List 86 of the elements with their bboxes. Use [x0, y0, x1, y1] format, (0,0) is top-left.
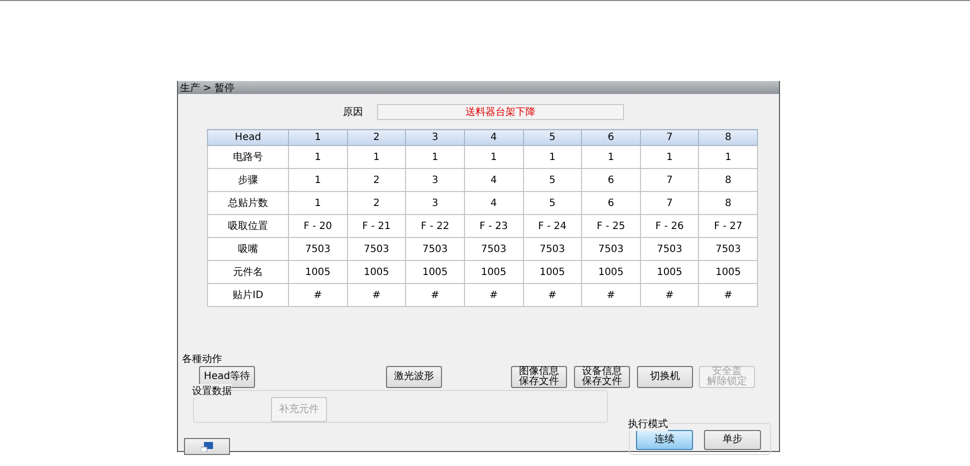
reason-field: 送料器台架下降 [377, 104, 624, 120]
table-cell: 3 [406, 192, 464, 214]
table-cell: 1 [698, 146, 758, 168]
column-header: 5 [523, 130, 582, 146]
table-cell: 3 [406, 168, 464, 192]
table-cell: F - 27 [698, 214, 758, 238]
table-cell: F - 23 [464, 214, 523, 238]
table-cell: 1005 [582, 260, 640, 284]
table-cell: # [288, 284, 348, 306]
table-cell: 1 [347, 146, 406, 168]
table-cell: # [698, 284, 758, 306]
table-cell: 7 [640, 168, 699, 192]
table-cell: F - 26 [640, 214, 699, 238]
table-cell: 7503 [288, 238, 348, 260]
reason-label: 原因 [343, 106, 363, 119]
column-header: 3 [406, 130, 464, 146]
table-cell: F - 24 [523, 214, 582, 238]
table-cell: 1 [582, 146, 640, 168]
table-cell: 7503 [523, 238, 582, 260]
table-cell: 1005 [347, 260, 406, 284]
section-title: 各種动作 [182, 354, 222, 365]
table-cell: 贴片ID [208, 284, 288, 306]
table-cell: 5 [523, 168, 582, 192]
table-cell: # [523, 284, 582, 306]
section-title: 设置数据 [192, 384, 232, 398]
table-cell: 5 [523, 192, 582, 214]
table-cell: 元件名 [208, 260, 288, 284]
table-cell: 1005 [288, 260, 348, 284]
table-cell: 1 [288, 146, 348, 168]
table-cell: 总贴片数 [208, 192, 288, 214]
table-cell: 8 [698, 192, 758, 214]
action-button[interactable]: 图像信息 保存文件 [511, 366, 567, 388]
action-button[interactable]: 切换机 [637, 366, 693, 388]
table-cell: 2 [347, 168, 406, 192]
table-cell: 1005 [640, 260, 699, 284]
table-cell: 7503 [698, 238, 758, 260]
table-cell: 吸嘴 [208, 238, 288, 260]
table-cell: F - 22 [406, 214, 464, 238]
table-cell: 1005 [464, 260, 523, 284]
table-cell: # [640, 284, 699, 306]
window-icon [201, 442, 213, 452]
mode-button[interactable]: 单步 [704, 430, 761, 450]
column-header: 1 [288, 130, 348, 146]
table-cell: 7503 [640, 238, 699, 260]
table-cell: 7503 [464, 238, 523, 260]
table-cell: 1 [640, 146, 699, 168]
column-header: 2 [347, 130, 406, 146]
table-cell: F - 20 [288, 214, 348, 238]
column-header: 6 [582, 130, 640, 146]
table-cell: 4 [464, 192, 523, 214]
table-cell: # [406, 284, 464, 306]
table-cell: 1 [288, 192, 348, 214]
table-cell: 1 [406, 146, 464, 168]
table-cell: 1005 [698, 260, 758, 284]
table-cell: 7503 [347, 238, 406, 260]
table-cell: 电路号 [208, 146, 288, 168]
table-cell: 7503 [406, 238, 464, 260]
table-cell: 1 [288, 168, 348, 192]
column-header: 4 [464, 130, 523, 146]
breadcrumb: 生产 > 暂停 [180, 82, 235, 94]
table-cell: # [347, 284, 406, 306]
table-cell: F - 21 [347, 214, 406, 238]
table-cell: # [582, 284, 640, 306]
table-cell: 吸取位置 [208, 214, 288, 238]
column-header: 8 [698, 130, 758, 146]
table-cell: 1 [464, 146, 523, 168]
table-cell: 步骤 [208, 168, 288, 192]
table-cell: 1005 [406, 260, 464, 284]
table-cell: 6 [582, 192, 640, 214]
table-cell: # [464, 284, 523, 306]
table-cell: 7503 [582, 238, 640, 260]
table-cell: 8 [698, 168, 758, 192]
section-title: 执行模式 [628, 417, 668, 431]
column-header: Head [208, 130, 288, 146]
table-cell: 7 [640, 192, 699, 214]
table-cell: 6 [582, 168, 640, 192]
action-button[interactable]: 设备信息 保存文件 [574, 366, 630, 388]
action-button[interactable]: 激光波形 [386, 366, 442, 388]
column-header: 7 [640, 130, 699, 146]
table-cell: 1005 [523, 260, 582, 284]
table-cell: 4 [464, 168, 523, 192]
table-cell: 2 [347, 192, 406, 214]
table-cell: 1 [523, 146, 582, 168]
window-toggle-button[interactable] [184, 438, 230, 455]
mode-button[interactable]: 连续 [636, 430, 693, 450]
table-cell: F - 25 [582, 214, 640, 238]
